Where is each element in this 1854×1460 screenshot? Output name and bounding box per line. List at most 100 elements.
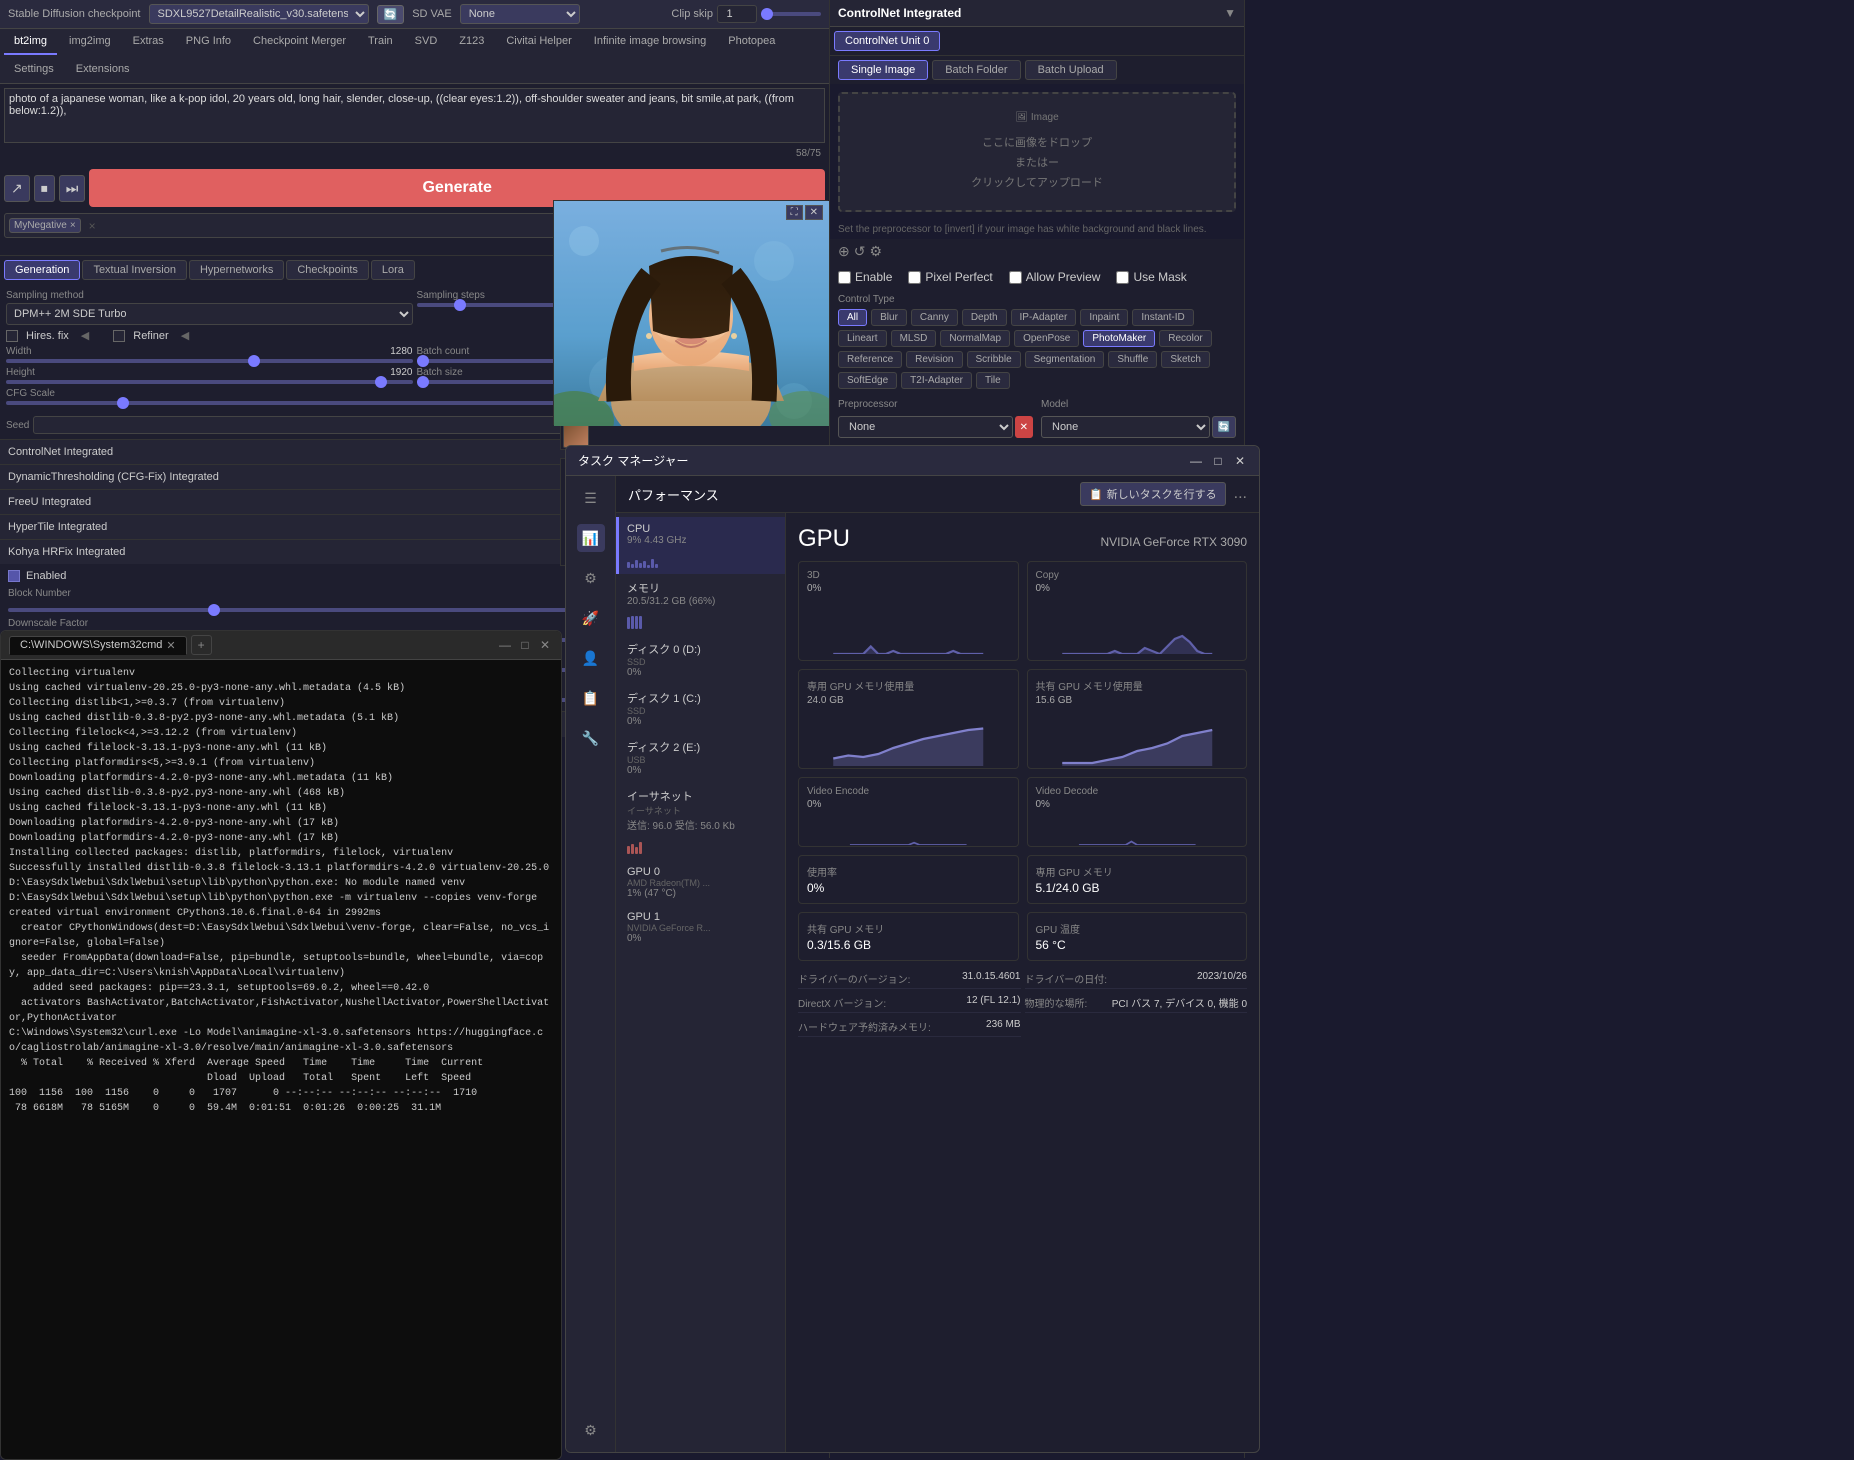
width-slider[interactable]	[6, 359, 413, 363]
cn-type-lineart[interactable]: Lineart	[838, 330, 887, 347]
cn-type-depth[interactable]: Depth	[962, 309, 1007, 326]
clip-skip-input[interactable]	[717, 5, 757, 23]
tab-img2img[interactable]: img2img	[59, 29, 121, 55]
terminal-tab-close[interactable]: ✕	[166, 639, 175, 652]
tm-minimize[interactable]: —	[1189, 454, 1203, 468]
tm-disk0-item[interactable]: ディスク 0 (D:) SSD 0%	[616, 635, 785, 684]
cn-dropzone[interactable]: 🖼 Image ここに画像をドロップまたはークリックしてアップロード	[838, 92, 1236, 212]
terminal-maximize[interactable]: □	[517, 637, 533, 653]
cn-type-ip-adapter[interactable]: IP-Adapter	[1011, 309, 1077, 326]
cn-type-segmentation[interactable]: Segmentation	[1025, 351, 1105, 368]
cn-type-reference[interactable]: Reference	[838, 351, 902, 368]
cn-type-instant-id[interactable]: Instant-ID	[1132, 309, 1193, 326]
vae-select[interactable]: None	[460, 4, 580, 24]
tab-infinite-browsing[interactable]: Infinite image browsing	[584, 29, 717, 55]
tab-checkpoint-merger[interactable]: Checkpoint Merger	[243, 29, 356, 55]
cn-type-normalmap[interactable]: NormalMap	[940, 330, 1010, 347]
tm-perf-icon[interactable]: 📊	[577, 524, 605, 552]
cn-pixel-perfect-checkbox[interactable]	[908, 271, 921, 284]
cn-unit-0-tab[interactable]: ControlNet Unit 0	[834, 31, 940, 51]
terminal-close[interactable]: ✕	[537, 637, 553, 653]
cn-type-tile[interactable]: Tile	[976, 372, 1010, 389]
cn-collapse-btn[interactable]: ▼	[1224, 6, 1236, 20]
tm-settings-icon[interactable]: ⚙	[577, 1416, 605, 1444]
tm-new-task-btn[interactable]: 📋 新しいタスクを行する	[1080, 482, 1226, 506]
refresh-model-btn[interactable]: 🔄	[377, 5, 405, 24]
tm-cpu-item[interactable]: CPU 9% 4.43 GHz	[616, 517, 785, 574]
preprocessor-reset-btn[interactable]: ✕	[1015, 416, 1033, 438]
tm-services-icon[interactable]: 🔧	[577, 724, 605, 752]
positive-prompt[interactable]: photo of a japanese woman, like a k-pop …	[4, 88, 825, 143]
cn-type-openpose[interactable]: OpenPose	[1014, 330, 1079, 347]
cn-type-inpaint[interactable]: Inpaint	[1080, 309, 1128, 326]
tm-gpu1-item[interactable]: GPU 1 NVIDIA GeForce R... 0%	[616, 905, 785, 950]
clip-skip-slider[interactable]	[761, 12, 821, 16]
refiner-arrow[interactable]: ◀	[181, 329, 189, 342]
cn-batch-upload-tab[interactable]: Batch Upload	[1025, 60, 1117, 80]
cn-type-t2i-adapter[interactable]: T2I-Adapter	[901, 372, 972, 389]
cn-type-recolor[interactable]: Recolor	[1159, 330, 1211, 347]
gen-tab-textual-inversion[interactable]: Textual Inversion	[82, 260, 187, 280]
cn-zoom-icon[interactable]: ⊕	[838, 243, 850, 260]
cn-type-scribble[interactable]: Scribble	[967, 351, 1021, 368]
model-refresh-btn[interactable]: 🔄	[1212, 416, 1236, 438]
cn-type-revision[interactable]: Revision	[906, 351, 962, 368]
tab-extensions[interactable]: Extensions	[66, 57, 140, 83]
tab-bt2img[interactable]: bt2img	[4, 29, 57, 55]
tm-disk2-item[interactable]: ディスク 2 (E:) USB 0%	[616, 733, 785, 782]
cn-use-mask-label[interactable]: Use Mask	[1116, 270, 1186, 284]
hrfix-enabled-checkbox[interactable]	[8, 570, 20, 582]
hires-fix-checkbox[interactable]	[6, 330, 18, 342]
cn-use-mask-checkbox[interactable]	[1116, 271, 1129, 284]
tab-png-info[interactable]: PNG Info	[176, 29, 241, 55]
cn-settings-icon[interactable]: ⚙	[869, 243, 882, 260]
tab-civitai-helper[interactable]: Civitai Helper	[496, 29, 581, 55]
tab-svd[interactable]: SVD	[405, 29, 448, 55]
gen-tab-generation[interactable]: Generation	[4, 260, 80, 280]
zoom-in-btn[interactable]: ↗	[4, 175, 30, 202]
tab-train[interactable]: Train	[358, 29, 403, 55]
cn-type-photomaker[interactable]: PhotoMaker	[1083, 330, 1155, 347]
tm-maximize[interactable]: □	[1211, 454, 1225, 468]
tm-menu-icon[interactable]: ☰	[577, 484, 605, 512]
tab-z123[interactable]: Z123	[449, 29, 494, 55]
gen-tab-hypernetworks[interactable]: Hypernetworks	[189, 260, 284, 280]
cn-enable-label[interactable]: Enable	[838, 270, 892, 284]
remove-negative-tag[interactable]: ×	[70, 220, 76, 231]
tab-photopea[interactable]: Photopea	[718, 29, 785, 55]
cn-enable-checkbox[interactable]	[838, 271, 851, 284]
cn-type-blur[interactable]: Blur	[871, 309, 907, 326]
tm-close[interactable]: ✕	[1233, 454, 1247, 468]
cn-allow-preview-label[interactable]: Allow Preview	[1009, 270, 1101, 284]
preprocessor-select[interactable]: None	[838, 416, 1013, 438]
tm-details-icon[interactable]: 📋	[577, 684, 605, 712]
tm-apps-icon[interactable]: ⚙	[577, 564, 605, 592]
cn-model-select[interactable]: None	[1041, 416, 1210, 438]
tm-startup-icon[interactable]: 🚀	[577, 604, 605, 632]
tm-disk1-item[interactable]: ディスク 1 (C:) SSD 0%	[616, 684, 785, 733]
preview-close-btn[interactable]: ✕	[805, 205, 823, 220]
stop-btn[interactable]: ⏹	[34, 175, 55, 202]
cn-type-canny[interactable]: Canny	[911, 309, 958, 326]
terminal-new-tab[interactable]: +	[191, 635, 212, 655]
hires-fix-arrow[interactable]: ◀	[81, 329, 89, 342]
tm-more-btn[interactable]: ...	[1234, 485, 1247, 503]
cn-type-sketch[interactable]: Sketch	[1161, 351, 1210, 368]
tm-memory-item[interactable]: メモリ 20.5/31.2 GB (66%)	[616, 574, 785, 635]
terminal-minimize[interactable]: —	[497, 637, 513, 653]
model-select[interactable]: SDXL9527DetailRealistic_v30.safetensors …	[149, 4, 369, 24]
sampling-method-select[interactable]: DPM++ 2M SDE Turbo	[6, 303, 413, 325]
preview-maximize-btn[interactable]: ⛶	[786, 205, 803, 220]
cn-single-image-tab[interactable]: Single Image	[838, 60, 928, 80]
refiner-checkbox[interactable]	[113, 330, 125, 342]
cn-batch-folder-tab[interactable]: Batch Folder	[932, 60, 1020, 80]
skip-btn[interactable]: ⏭	[59, 175, 86, 202]
cn-type-all[interactable]: All	[838, 309, 867, 326]
gen-tab-lora[interactable]: Lora	[371, 260, 415, 280]
gen-tab-checkpoints[interactable]: Checkpoints	[286, 260, 369, 280]
cn-allow-preview-checkbox[interactable]	[1009, 271, 1022, 284]
cn-rotate-icon[interactable]: ↺	[854, 243, 866, 260]
cn-pixel-perfect-label[interactable]: Pixel Perfect	[908, 270, 992, 284]
cn-type-shuffle[interactable]: Shuffle	[1108, 351, 1157, 368]
terminal-tab-0[interactable]: C:\WINDOWS\System32cmd ✕	[9, 636, 187, 655]
